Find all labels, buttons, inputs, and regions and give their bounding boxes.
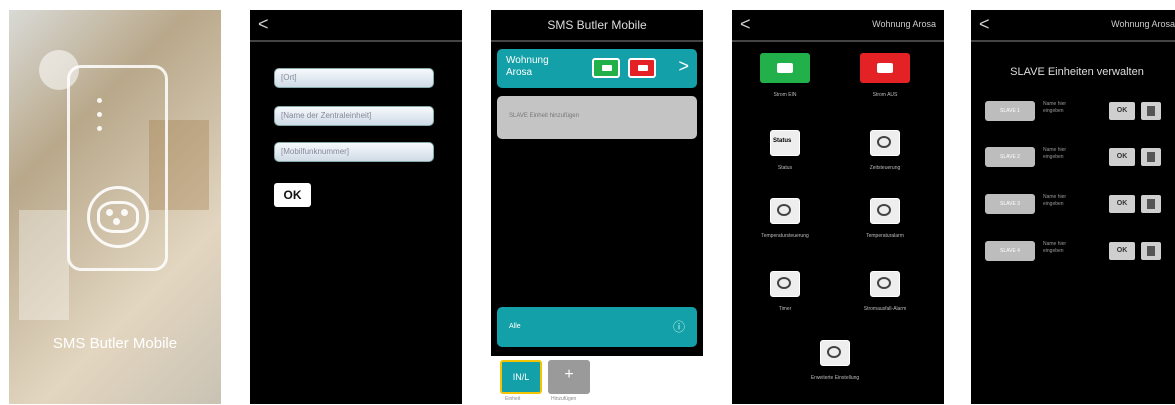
page-title: Wohnung Arosa <box>1111 19 1175 29</box>
slave-management-screen: < Wohnung Arosa SLAVE Einheiten verwalte… <box>971 10 1175 404</box>
tab-unit-label: Einheit <box>505 396 521 402</box>
tile-label: Zeitsteuerung <box>869 165 901 171</box>
thermostat-icon <box>770 198 800 224</box>
schedule-tile[interactable]: Zeitsteuerung <box>840 130 930 171</box>
chevron-right-icon[interactable]: > <box>678 56 689 77</box>
app-title: SMS Butler Mobile <box>52 335 178 352</box>
power-off-button[interactable] <box>628 58 656 78</box>
tile-label: Strom AUS <box>872 92 898 98</box>
top-bar: < Wohnung Arosa <box>971 10 1175 42</box>
gear-icon <box>820 340 850 366</box>
tile-label: Temperaturalarm <box>866 233 904 239</box>
tab-unit[interactable]: IN/L <box>500 360 542 394</box>
tile-label: Erweiterte Einstellung <box>810 375 860 381</box>
slave-1-ok-button[interactable]: OK <box>1109 102 1135 120</box>
top-bar: SMS Butler Mobile <box>491 10 703 42</box>
temperature-control-tile[interactable]: Temperatursteuerung <box>740 198 830 239</box>
top-bar: < <box>250 10 462 42</box>
plug-off-icon <box>638 65 648 71</box>
socket-hole-icon <box>113 218 120 225</box>
slave-4-ok-button[interactable]: OK <box>1109 242 1135 260</box>
temperature-alarm-tile[interactable]: Temperaturalarm <box>840 198 930 239</box>
plug-on-icon <box>760 53 810 83</box>
tile-label: Timer <box>778 306 792 312</box>
location-field[interactable]: [Ort] <box>274 68 434 88</box>
slave-1-button[interactable]: SLAVE 1 <box>985 101 1035 121</box>
power-off-tile[interactable]: Strom AUS <box>840 53 930 98</box>
slave-3-name-field[interactable]: Name hier eingeben <box>1043 194 1083 208</box>
led-dot-icon <box>97 112 102 117</box>
trash-icon[interactable] <box>1141 195 1161 213</box>
trash-icon[interactable] <box>1141 148 1161 166</box>
slave-3-button[interactable]: SLAVE 3 <box>985 194 1035 214</box>
central-unit-name-field[interactable]: [Name der Zentraleinheit] <box>274 106 434 126</box>
power-alarm-tile[interactable]: Stromausfall-Alarm <box>840 271 930 312</box>
back-chevron-icon[interactable]: < <box>258 14 269 35</box>
mobile-number-field[interactable]: [Mobilfunknummer] <box>274 142 434 162</box>
page-title: Wohnung Arosa <box>872 19 936 29</box>
tab-add[interactable]: + <box>548 360 590 394</box>
timer-icon <box>770 271 800 297</box>
slave-4-name-field[interactable]: Name hier eingeben <box>1043 241 1083 255</box>
all-label: Alle <box>509 323 521 330</box>
tab-add-label: Hinzufügen <box>551 396 577 402</box>
tile-label: Status <box>777 165 793 171</box>
clock-icon <box>870 130 900 156</box>
setup-screen: < [Ort] [Name der Zentraleinheit] [Mobil… <box>250 10 462 404</box>
top-bar: < Wohnung Arosa <box>732 10 944 42</box>
led-dot-icon <box>97 126 102 131</box>
power-on-tile[interactable]: Strom EIN <box>740 53 830 98</box>
slave-3-ok-button[interactable]: OK <box>1109 195 1135 213</box>
device-name: Wohnung Arosa <box>506 55 549 78</box>
socket-hole-icon <box>121 209 128 216</box>
trash-icon[interactable] <box>1141 102 1161 120</box>
plug-off-icon <box>860 53 910 83</box>
status-icon: Status <box>770 130 800 156</box>
all-row[interactable]: Alle ⓘ <box>497 307 697 347</box>
led-dot-icon <box>97 98 102 103</box>
slave-1-name-field[interactable]: Name hier eingeben <box>1043 101 1083 115</box>
plug-on-icon <box>602 65 612 71</box>
device-screen: < Wohnung Arosa Strom EIN Strom AUS Stat… <box>732 10 944 404</box>
page-title: SMS Butler Mobile <box>547 18 647 32</box>
power-on-button[interactable] <box>592 58 620 78</box>
slave-4-button[interactable]: SLAVE 4 <box>985 241 1035 261</box>
timer-tile[interactable]: Timer <box>740 271 830 312</box>
tile-label: Strom EIN <box>773 92 797 98</box>
bottom-tab-bar: IN/L + Einheit Hinzufügen <box>491 356 703 404</box>
back-chevron-icon[interactable]: < <box>740 14 751 35</box>
background-window <box>19 210 69 320</box>
phone-outline-icon <box>67 65 168 271</box>
section-heading: SLAVE Einheiten verwalten <box>1010 66 1144 78</box>
slave-2-ok-button[interactable]: OK <box>1109 148 1135 166</box>
info-icon[interactable]: ⓘ <box>673 318 685 335</box>
back-chevron-icon[interactable]: < <box>979 14 990 35</box>
tab-unit-glyph: IN/L <box>512 372 530 382</box>
add-slave-row[interactable]: SLAVE Einheit hinzufügen <box>497 96 697 139</box>
tile-label: Stromausfall-Alarm <box>863 306 907 312</box>
tile-label: Temperatursteuerung <box>761 233 809 239</box>
temperature-alarm-icon <box>870 198 900 224</box>
add-slave-label: SLAVE Einheit hinzufügen <box>509 113 579 119</box>
device-row[interactable]: Wohnung Arosa > <box>497 49 697 88</box>
plus-icon: + <box>564 366 574 383</box>
socket-hole-icon <box>106 209 113 216</box>
slave-2-button[interactable]: SLAVE 2 <box>985 147 1035 167</box>
ok-button[interactable]: OK <box>274 183 311 207</box>
advanced-settings-tile[interactable]: Erweiterte Einstellung <box>790 340 880 381</box>
socket-icon <box>87 186 149 248</box>
splash-screen: SMS Butler Mobile <box>9 10 221 404</box>
status-tile[interactable]: Status Status <box>740 130 830 171</box>
main-screen: SMS Butler Mobile Wohnung Arosa > SLAVE … <box>491 10 703 404</box>
power-alarm-icon <box>870 271 900 297</box>
socket-inner-icon <box>97 201 139 233</box>
slave-2-name-field[interactable]: Name hier eingeben <box>1043 147 1083 161</box>
trash-icon[interactable] <box>1141 242 1161 260</box>
